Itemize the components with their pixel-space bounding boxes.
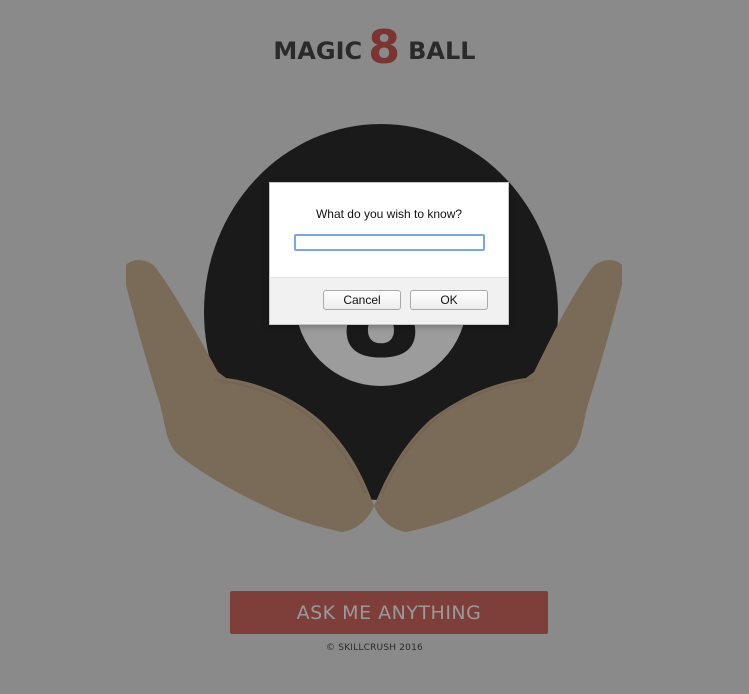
ask-me-anything-button[interactable]: ASK ME ANYTHING [230,591,548,634]
dialog-prompt-text: What do you wish to know? [315,207,463,221]
question-input[interactable] [294,234,485,251]
page: MAGIC 8 BALL 8 What do you wish to know?… [0,0,749,694]
prompt-dialog: What do you wish to know? Cancel OK [269,182,509,325]
cancel-button[interactable]: Cancel [323,290,401,310]
magic-8-ball-illustration: 8 [126,124,622,532]
copyright-text: © SKILLCRUSH 2016 [326,643,423,653]
dialog-footer: Cancel OK [270,277,508,324]
ok-button[interactable]: OK [410,290,488,310]
